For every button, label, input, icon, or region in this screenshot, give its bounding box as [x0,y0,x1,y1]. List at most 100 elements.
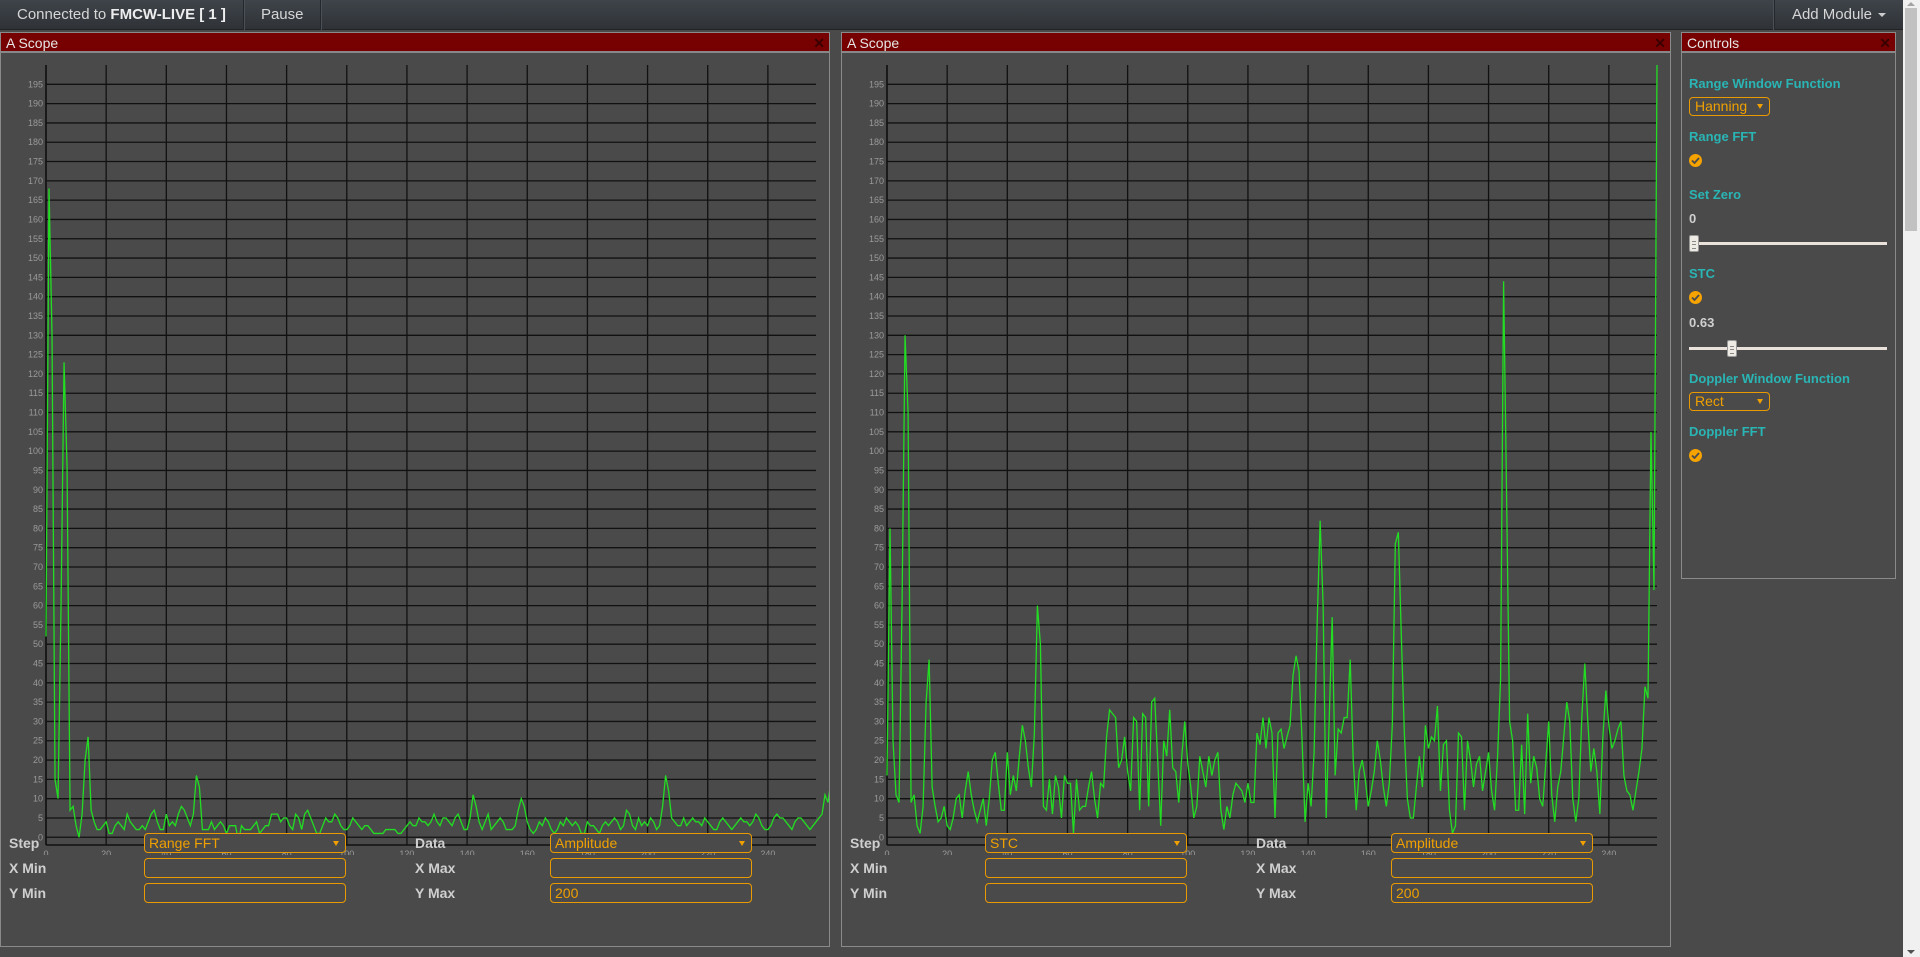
ymin-label: Y Min [9,885,47,901]
y-tick-label: 140 [869,292,884,302]
y-tick-label: 50 [33,639,43,649]
ymax-input[interactable] [550,883,752,903]
close-icon[interactable]: ✕ [1879,33,1891,53]
y-tick-label: 195 [28,79,43,89]
y-tick-label: 80 [33,523,43,533]
stc-slider[interactable] [1689,340,1887,357]
xmin-input[interactable] [985,858,1187,878]
panel-header[interactable]: A Scope ✕ [842,33,1670,53]
xmax-input[interactable] [1391,858,1593,878]
xmax-input[interactable] [550,858,752,878]
scroll-down-arrow-icon[interactable] [1907,950,1915,954]
y-tick-label: 190 [28,99,43,109]
step-select[interactable]: STC [985,833,1187,853]
pause-button[interactable]: Pause [244,0,322,30]
step-label: Step [9,835,40,851]
y-tick-label: 155 [869,234,884,244]
stc-label: STC [1689,266,1715,281]
y-tick-label: 140 [28,292,43,302]
y-tick-label: 30 [874,716,884,726]
checkmark-icon [1691,157,1700,164]
slider-handle[interactable] [1689,235,1699,252]
y-tick-label: 35 [33,697,43,707]
data-label: Data [1256,835,1287,851]
x-tick-label: 120 [1240,849,1255,855]
y-tick-label: 175 [28,157,43,167]
page-scrollbar[interactable] [1903,0,1920,957]
y-tick-label: 85 [874,504,884,514]
checkmark-icon [1691,294,1700,301]
y-tick-label: 185 [28,118,43,128]
scrollbar-thumb[interactable] [1905,8,1917,231]
step-select[interactable]: Range FFT [144,833,346,853]
y-tick-label: 25 [33,736,43,746]
y-tick-label: 50 [874,639,884,649]
range-fft-label: Range FFT [1689,129,1757,144]
y-tick-label: 150 [869,253,884,263]
panel-header[interactable]: Controls ✕ [1682,33,1895,53]
connection-target: FMCW-LIVE [ 1 ] [110,5,226,23]
data-select[interactable]: Amplitude [1391,833,1593,853]
data-label: Data [415,835,446,851]
xmin-input[interactable] [144,858,346,878]
connection-status: Connected to FMCW-LIVE [ 1 ] [0,0,244,30]
y-tick-label: 10 [874,794,884,804]
scope-chart: 0204060801001201401601802002202400510152… [28,65,829,855]
y-tick-label: 5 [38,813,43,823]
stc-checkbox[interactable] [1689,291,1702,304]
ymax-input[interactable] [1391,883,1593,903]
xmax-label: X Max [415,860,456,876]
close-icon[interactable]: ✕ [1654,33,1666,53]
xmin-label: X Min [850,860,888,876]
y-tick-label: 90 [874,485,884,495]
y-tick-label: 135 [869,311,884,321]
y-tick-label: 20 [33,755,43,765]
ymin-input[interactable] [144,883,346,903]
y-tick-label: 60 [33,601,43,611]
y-tick-label: 135 [28,311,43,321]
doppler-window-select[interactable]: Rect [1689,392,1770,411]
set-zero-value: 0 [1689,211,1697,226]
range-fft-checkbox[interactable] [1689,154,1702,167]
y-tick-label: 125 [869,350,884,360]
y-tick-label: 190 [869,99,884,109]
y-tick-label: 65 [33,581,43,591]
y-tick-label: 65 [874,581,884,591]
y-tick-label: 165 [869,195,884,205]
scroll-up-arrow-icon[interactable] [1907,2,1915,6]
slider-handle[interactable] [1726,340,1737,357]
scope-chart: 0204060801001201401601802002202400510152… [869,64,1658,855]
range-window-select[interactable]: Hanning [1689,97,1770,116]
y-tick-label: 10 [33,794,43,804]
y-tick-label: 75 [33,543,43,553]
y-tick-label: 160 [28,214,43,224]
y-tick-label: 95 [874,465,884,475]
y-tick-label: 165 [28,195,43,205]
stc-value: 0.63 [1689,315,1715,330]
y-tick-label: 35 [874,697,884,707]
y-tick-label: 15 [874,774,884,784]
y-tick-label: 90 [33,485,43,495]
panel-header[interactable]: A Scope ✕ [1,33,829,53]
y-tick-label: 170 [28,176,43,186]
y-tick-label: 105 [869,427,884,437]
y-tick-label: 30 [33,716,43,726]
y-tick-label: 100 [28,446,43,456]
data-select[interactable]: Amplitude [550,833,752,853]
add-module-label: Add Module [1791,5,1872,23]
y-tick-label: 80 [874,523,884,533]
set-zero-slider[interactable] [1689,235,1887,252]
y-tick-label: 25 [874,736,884,746]
scope-panel-stc: A Scope ✕ 020406080100120140160180200220… [841,32,1671,947]
xmax-label: X Max [1256,860,1297,876]
y-tick-label: 185 [869,118,884,128]
y-tick-label: 110 [870,408,884,418]
ymin-input[interactable] [985,883,1187,903]
trace-line [45,188,829,842]
y-tick-label: 40 [33,678,43,688]
add-module-button[interactable]: Add Module [1773,0,1903,30]
connection-prefix: Connected to [17,5,107,23]
doppler-fft-checkbox[interactable] [1689,449,1702,462]
panel-title: A Scope [6,35,59,51]
close-icon[interactable]: ✕ [813,33,825,53]
